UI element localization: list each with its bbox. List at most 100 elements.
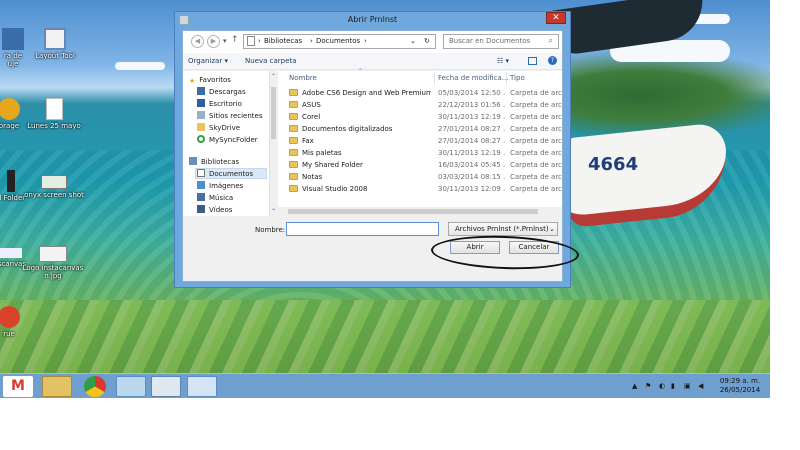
recent-places-icon [197,111,205,119]
desktop-icon-layout-tool[interactable]: Layout Tool [20,28,90,60]
folder-icon [7,170,15,192]
preview-pane-icon[interactable] [528,57,537,65]
libraries-label: Bibliotecas [201,158,240,166]
breadcrumb-bibliotecas[interactable]: Bibliotecas [264,37,302,45]
desktop-icon-label: Lunes 25 mayo [27,122,81,130]
file-row[interactable]: My Shared Folder 16/03/2014 05:45 ... Carp… [278,159,562,171]
refresh-icon[interactable]: ↻ [424,37,430,45]
navigation-pane: ★ Favoritos Descargas Escritorio Sitios r… [183,71,269,216]
dialog-titlebar[interactable]: Abrir Prnlnst ✕ [175,12,570,29]
file-row[interactable]: Adobe CS6 Design and Web Premium 05/03/20… [278,87,562,99]
column-header-name[interactable]: Nombre [289,74,317,82]
recent-locations-icon[interactable]: ▾ [223,37,227,45]
libraries-header[interactable]: Bibliotecas [189,157,239,168]
favorites-label: Favoritos [199,76,231,84]
search-box[interactable]: Buscar en Documentos ⌕ [443,34,559,49]
scrollbar-thumb[interactable] [271,87,276,139]
gmail-icon[interactable]: M [3,376,33,397]
column-header-date[interactable]: Fecha de modifica... [438,74,508,82]
file-type: Carpeta de archivos [510,89,562,97]
nav-item-label: Música [209,194,234,202]
file-name-text: ASUS [302,101,321,109]
new-folder-button[interactable]: Nueva carpeta [245,57,296,65]
app-icon[interactable] [187,376,217,397]
file-type-select[interactable]: Archivos Prnlnst (*.Prnlnst) ⌄ [448,222,558,236]
address-bar[interactable]: › Bibliotecas › Documentos › ⌄ ↻ [243,34,436,49]
file-name: Mis paletas [289,147,431,159]
desktop-icon-screenshot[interactable]: onyx screen shot [19,175,89,199]
file-row[interactable]: Notas 03/03/2014 08:15 ... Carpeta de arch… [278,171,562,183]
up-arrow-icon[interactable]: ↑ [231,35,239,45]
nav-item-imagenes[interactable]: Imágenes [197,181,243,192]
desktop-icon-label: Layout Tool [35,52,75,60]
file-row[interactable]: Mis paletas 30/11/2013 12:19 ... Carpeta d… [278,147,562,159]
nav-item-escritorio[interactable]: Escritorio [197,99,242,110]
nav-item-skydrive[interactable]: SkyDrive [197,123,240,134]
organize-button[interactable]: Organizar ▾ [188,57,228,65]
document-icon [45,98,63,120]
column-divider[interactable] [434,71,435,85]
show-hidden-icons-icon[interactable]: ▲ [632,382,637,390]
nav-item-mysyncfolder[interactable]: MySyncFolder [197,135,258,146]
battery-icon[interactable]: ▮ [671,382,675,390]
column-divider[interactable] [506,71,507,85]
navigation-pane-scrollbar[interactable]: ⌃ ⌄ [269,71,277,216]
breadcrumb-documentos[interactable]: Documentos [316,37,360,45]
view-options-icon[interactable]: ☷ ▾ [497,57,509,65]
close-button[interactable]: ✕ [546,12,566,24]
back-button[interactable]: ◀ [191,35,204,48]
file-date: 16/03/2014 05:45 ... [438,161,506,169]
scroll-up-icon[interactable]: ⌃ [271,73,276,80]
clock[interactable]: 09:29 a. m. 26/05/2014 [712,377,768,395]
file-list-horizontal-scrollbar[interactable] [278,207,562,216]
nav-item-descargas[interactable]: Descargas [197,87,246,98]
file-name: My Shared Folder [289,159,431,171]
boat: 4664 [560,110,730,230]
file-explorer-icon[interactable] [42,376,72,397]
nav-item-label: Sitios recientes [209,112,263,120]
app-icon[interactable] [116,376,146,397]
file-row[interactable]: Fax 27/01/2014 08:27 ... Carpeta de archiv… [278,135,562,147]
folder-icon [289,161,298,168]
volume-icon[interactable]: ◀ [698,382,703,390]
file-date: 30/11/2013 12:19 ... [438,149,506,157]
scroll-down-icon[interactable]: ⌄ [271,205,276,212]
file-row[interactable]: Documentos digitalizados 27/01/2014 08:27… [278,123,562,135]
chrome-icon[interactable] [84,376,106,397]
tray-app-icon[interactable]: ▣ [684,382,691,390]
app-icon [0,98,20,120]
nav-item-label: SkyDrive [209,124,241,132]
printer-app-icon[interactable] [151,376,181,397]
image-file-icon [39,246,67,262]
nav-item-musica[interactable]: Música [197,193,233,204]
sync-folder-icon [197,135,205,143]
network-icon[interactable]: ◐ [659,382,665,390]
layout-tool-icon [44,28,66,50]
file-row[interactable]: Corel 30/11/2013 12:19 ... Carpeta de arch… [278,111,562,123]
scrollbar-thumb[interactable] [288,209,538,214]
forward-button[interactable]: ▶ [207,35,220,48]
file-name: Adobe CS6 Design and Web Premium [289,87,431,99]
address-dropdown-icon[interactable]: ⌄ [410,37,416,45]
file-row[interactable]: Visual Studio 2008 30/11/2013 12:09 ... Ca… [278,183,562,195]
nav-item-documentos[interactable]: Documentos [195,168,267,179]
desktop-icon-logo-instacanvas[interactable]: Logo instacanvas n.jpg [18,246,88,280]
folder-icon [289,137,298,144]
nav-item-label: Imágenes [209,182,244,190]
nav-item-label: Vídeos [209,206,233,214]
desktop-icon-label: rue [3,330,15,338]
search-placeholder: Buscar en Documentos [449,37,531,45]
favorites-header[interactable]: ★ Favoritos [189,75,231,86]
help-icon[interactable]: ? [548,56,557,65]
file-date: 05/03/2014 12:50 ... [438,89,506,97]
nav-item-videos[interactable]: Vídeos [197,205,232,216]
nav-item-sitios-recientes[interactable]: Sitios recientes [197,111,263,122]
file-name: ASUS [289,99,431,111]
column-header-type[interactable]: Tipo [510,74,525,82]
filename-input[interactable] [286,222,439,236]
desktop-icon[interactable]: rue [0,306,44,338]
flag-icon[interactable]: ⚑ [645,382,651,390]
nav-item-label: Documentos [209,170,254,178]
desktop-icon-document[interactable]: Lunes 25 mayo [19,98,89,130]
file-row[interactable]: ASUS 22/12/2013 01:56 ... Carpeta de archi… [278,99,562,111]
